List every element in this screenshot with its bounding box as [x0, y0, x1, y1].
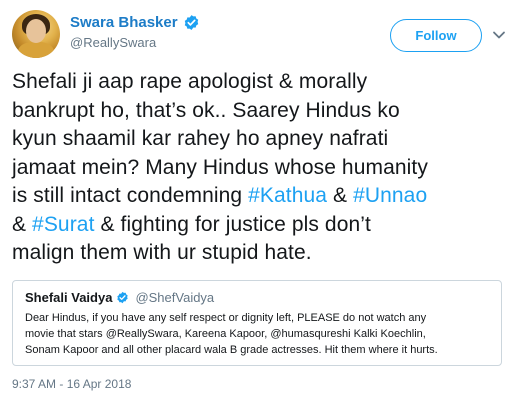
author-display-name[interactable]: Swara Bhasker — [70, 14, 178, 31]
tweet-text-segment: Shefali ji aap rape apologist & morally — [12, 70, 368, 93]
tweet-text-segment: kyun shaamil kar rahey ho apney nafrati — [12, 127, 389, 150]
hashtag-link[interactable]: #Surat — [32, 213, 94, 236]
tweet-line: & #Surat & fighting for justice pls don’… — [12, 211, 504, 240]
tweet-text-segment: jamaat mein? Many Hindus whose humanity — [12, 155, 428, 179]
quoted-tweet-card[interactable]: Shefali Vaidya @ShefVaidya Dear Hindus, … — [12, 280, 502, 366]
follow-button[interactable]: Follow — [390, 19, 482, 52]
quoted-text-line: movie that stars @ReallySwara, Kareena K… — [25, 328, 426, 340]
tweet-line: Shefali ji aap rape apologist & morally — [12, 68, 504, 97]
tweet-line: kyun shaamil kar rahey ho apney nafrati — [12, 125, 504, 154]
avatar[interactable] — [12, 10, 60, 58]
avatar-shirt — [18, 42, 54, 58]
quoted-author-name[interactable]: Shefali Vaidya — [25, 290, 112, 305]
quoted-author-handle[interactable]: @ShefVaidya — [135, 290, 214, 305]
quoted-text-line: Dear Hindus, if you have any self respec… — [25, 312, 427, 324]
tweet-line: malign them with ur stupid hate. — [12, 239, 504, 268]
avatar-face — [26, 19, 46, 43]
tweet-text-segment: bankrupt ho, that’s ok.. Saarey Hindus k… — [12, 98, 400, 122]
quoted-author-row: Shefali Vaidya @ShefVaidya — [25, 290, 489, 305]
quoted-tweet-text: Dear Hindus, if you have any self respec… — [25, 310, 489, 358]
tweet-header: Swara Bhasker @ReallySwara Follow — [12, 10, 506, 60]
chevron-down-icon[interactable] — [492, 28, 506, 42]
tweet-timestamp[interactable]: 9:37 AM - 16 Apr 2018 — [12, 377, 131, 391]
tweet-text: Shefali ji aap rape apologist & morally b… — [12, 68, 504, 268]
tweet-line: jamaat mein? Many Hindus whose humanity — [12, 154, 504, 183]
author-handle[interactable]: @ReallySwara — [70, 35, 200, 50]
verified-badge-icon — [117, 291, 129, 304]
verified-badge-icon — [184, 15, 198, 30]
author-name-block: Swara Bhasker @ReallySwara — [70, 14, 200, 50]
tweet-line: bankrupt ho, that’s ok.. Saarey Hindus k… — [12, 97, 504, 126]
hashtag-link[interactable]: #Unnao — [353, 184, 427, 207]
tweet-text-segment: & — [12, 212, 33, 236]
hashtag-link[interactable]: #Kathua — [248, 184, 327, 207]
tweet-text-segment: is still intact condemning — [12, 184, 249, 207]
author-name-row: Swara Bhasker — [70, 14, 200, 31]
tweet-text-segment: malign them with ur stupid hate. — [12, 241, 312, 264]
quoted-text-line: Sonam Kapoor and all other placard wala … — [25, 344, 438, 356]
tweet-text-segment: & — [327, 184, 354, 207]
tweet-text-segment: & fighting for justice pls don’t — [94, 212, 371, 236]
tweet-line: is still intact condemning #Kathua & #Un… — [12, 182, 504, 211]
